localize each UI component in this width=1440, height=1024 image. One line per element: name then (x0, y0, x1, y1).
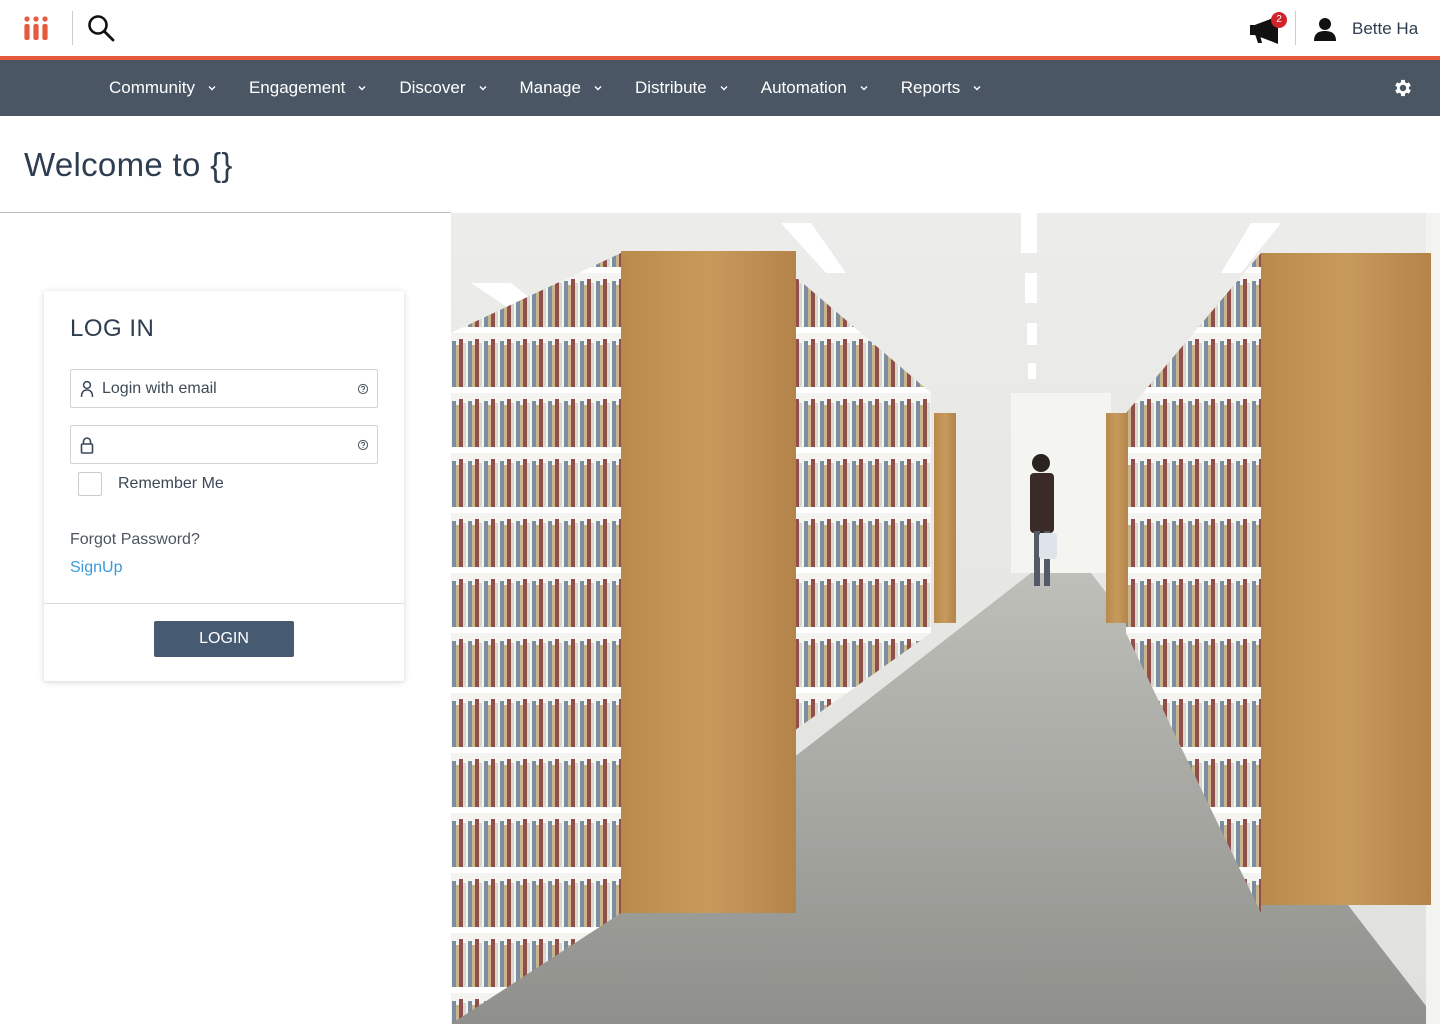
help-icon[interactable] (357, 383, 369, 395)
user-name: Bette Ha (1352, 19, 1419, 38)
remember-me-checkbox[interactable]: Remember Me (78, 472, 224, 496)
divider (44, 603, 404, 604)
chevron-down-icon (479, 86, 486, 91)
person-icon (1314, 18, 1336, 41)
chevron-down-icon (973, 86, 981, 91)
lock-icon (80, 437, 94, 454)
divider (1295, 11, 1296, 45)
chevron-down-icon (358, 86, 366, 91)
nav-item-label: Distribute (634, 78, 707, 97)
iii-logo-icon[interactable] (22, 14, 50, 42)
nav-item-label: Automation (760, 78, 847, 97)
chevron-down-icon (860, 86, 868, 91)
password-input[interactable] (102, 430, 352, 460)
signup-link[interactable]: SignUp (70, 559, 122, 577)
nav-item-label: Reports (900, 78, 961, 97)
chevron-down-icon (208, 86, 216, 91)
top-bar: 2 Bette Ha (0, 0, 1440, 56)
nav-item-community[interactable]: Community (109, 78, 217, 98)
login-button[interactable]: LOGIN (154, 621, 294, 657)
main-nav: Community Engagement Discover Manage Dis… (0, 60, 1440, 116)
help-icon[interactable] (357, 439, 369, 451)
notification-badge: 2 (1271, 12, 1287, 28)
checkbox-box[interactable] (78, 472, 102, 496)
divider (72, 11, 73, 45)
library-image (451, 213, 1440, 1024)
nav-item-manage[interactable]: Manage (520, 78, 603, 98)
nav-item-label: Discover (399, 78, 466, 97)
nav-item-reports[interactable]: Reports (901, 78, 983, 98)
page-title: Welcome to {} (24, 146, 233, 183)
divider (0, 212, 451, 213)
user-menu[interactable]: Bette Ha (1312, 14, 1418, 44)
library-photo (451, 213, 1440, 1024)
login-heading: LOG IN (70, 315, 155, 342)
login-card: LOG IN Remember Me Forgot Password? Sign… (44, 291, 404, 681)
password-field (70, 425, 378, 464)
gear-icon[interactable] (1392, 77, 1414, 99)
nav-item-engagement[interactable]: Engagement (249, 78, 367, 98)
chevron-down-icon (720, 86, 728, 91)
nav-item-automation[interactable]: Automation (761, 78, 869, 98)
forgot-password-link[interactable]: Forgot Password? (70, 531, 200, 549)
email-input[interactable] (102, 374, 352, 404)
email-field (70, 369, 378, 408)
remember-me-label: Remember Me (118, 475, 224, 492)
nav-item-label: Community (109, 78, 195, 97)
search-icon[interactable] (86, 13, 116, 43)
nav-item-discover[interactable]: Discover (399, 78, 487, 98)
nav-item-distribute[interactable]: Distribute (635, 78, 729, 98)
nav-item-label: Manage (519, 78, 581, 97)
nav-item-label: Engagement (248, 78, 346, 97)
chevron-down-icon (594, 86, 602, 91)
person-icon (80, 380, 94, 398)
